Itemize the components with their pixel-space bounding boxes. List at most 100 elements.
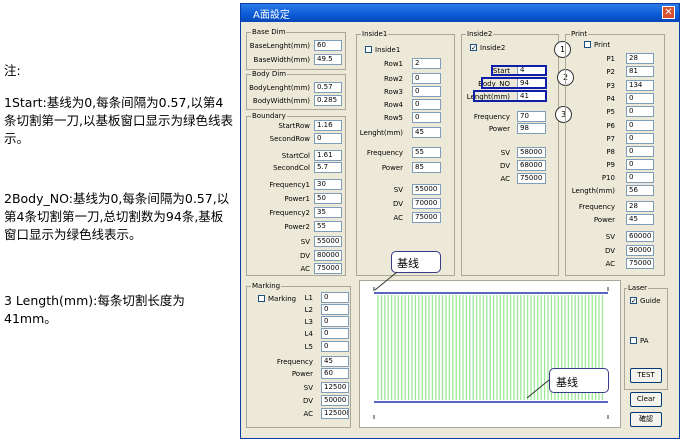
inside1-field[interactable]: 0 [412, 99, 441, 110]
print-label: P2 [606, 68, 615, 76]
boundary-field[interactable]: 35 [314, 207, 342, 218]
boundary-field[interactable]: 50 [314, 193, 342, 204]
boundary-field[interactable]: 80000 [314, 250, 342, 261]
inside1-field[interactable]: 55 [412, 147, 441, 158]
inside1-field[interactable]: 85 [412, 162, 441, 173]
boundary-field[interactable]: 30 [314, 179, 342, 190]
length-callout-box [473, 90, 547, 102]
test-button[interactable]: TEST [630, 368, 662, 383]
inside2-field[interactable]: 70 [517, 111, 546, 122]
boundary-label: DV [299, 252, 310, 260]
print-field[interactable]: 0 [626, 159, 654, 170]
note-item-start: 1Start:基线为0,每条间隔为0.57,以第4条切割第一刀,以基板窗口显示为… [4, 95, 233, 146]
inside2-checkbox-label: Inside2 [480, 44, 506, 52]
print-field[interactable]: 0 [626, 133, 654, 144]
pa-checkbox-label: PA [640, 337, 649, 345]
inside1-label: Row2 [383, 75, 403, 83]
body-dim-label: BodyWidth(mm) [252, 97, 310, 105]
print-field[interactable]: 90000 [626, 245, 654, 256]
base-dim-field[interactable]: 49.5 [314, 54, 342, 65]
print-label: P4 [606, 95, 615, 103]
callout-pointer-top [374, 271, 398, 291]
marking-field[interactable]: 0 [321, 341, 349, 352]
guide-checkbox[interactable]: ✓ [630, 297, 637, 305]
substrate-drawing [373, 287, 609, 419]
inside2-field[interactable]: 98 [517, 123, 546, 134]
inside2-field[interactable]: 68000 [517, 160, 546, 171]
pa-checkbox[interactable] [630, 337, 637, 344]
print-label: Frequency [578, 203, 615, 211]
inside2-label: SV [500, 149, 510, 157]
print-field[interactable]: 81 [626, 66, 654, 77]
marking-label: L3 [304, 318, 313, 326]
body-dim-label: BodyLenght(mm) [249, 84, 310, 92]
inside2-title: Inside2 [466, 30, 494, 38]
marking-field[interactable]: 0 [321, 292, 349, 303]
print-label: SV [605, 233, 615, 241]
boundary-field[interactable]: 1.61 [314, 150, 342, 161]
print-field[interactable]: 60000 [626, 231, 654, 242]
confirm-button[interactable]: 確認 [630, 412, 662, 427]
inside1-field[interactable]: 75000 [412, 212, 441, 223]
print-field[interactable]: 28 [626, 53, 654, 64]
inside1-field[interactable]: 45 [412, 127, 441, 138]
print-field[interactable]: 134 [626, 80, 654, 91]
start-callout-box [491, 65, 547, 76]
print-field[interactable]: 45 [626, 214, 654, 225]
print-field[interactable]: 56 [626, 185, 654, 196]
marking-field[interactable]: 45 [321, 356, 349, 367]
boundary-field[interactable]: 55 [314, 221, 342, 232]
base-dim-label: BaseWidth(mm) [253, 56, 310, 64]
boundary-field[interactable]: 0 [314, 133, 342, 144]
baseline-callout-bottom-text: 基线 [556, 376, 578, 389]
print-checkbox[interactable] [584, 41, 591, 48]
print-field[interactable]: 0 [626, 172, 654, 183]
clear-button[interactable]: Clear [630, 392, 662, 407]
inside1-field[interactable]: 0 [412, 112, 441, 123]
marking-field[interactable]: 12500 [321, 382, 349, 393]
inside2-checkbox[interactable]: ✓ [470, 44, 477, 52]
boundary-label: SecondCol [273, 164, 310, 172]
print-label: P9 [606, 161, 615, 169]
inside2-field[interactable]: 58000 [517, 147, 546, 158]
print-field[interactable]: 0 [626, 106, 654, 117]
print-field[interactable]: 0 [626, 93, 654, 104]
marking-field[interactable]: 0 [321, 304, 349, 315]
print-field[interactable]: 75000 [626, 258, 654, 269]
marking-field[interactable]: 0 [321, 316, 349, 327]
inside1-field[interactable]: 0 [412, 73, 441, 84]
window-title: A面設定 [253, 10, 290, 21]
print-label: DV [604, 247, 615, 255]
print-field[interactable]: 0 [626, 146, 654, 157]
boundary-label: Frequency2 [269, 209, 310, 217]
body-dim-title: Body Dim [251, 70, 288, 78]
inside2-label: AC [500, 175, 510, 183]
base-dim-field[interactable]: 60 [314, 40, 342, 51]
print-field[interactable]: 28 [626, 201, 654, 212]
boundary-field[interactable]: 55000 [314, 236, 342, 247]
boundary-label: StartRow [278, 122, 310, 130]
inside1-title: Inside1 [361, 30, 389, 38]
close-button[interactable]: ✕ [662, 6, 675, 19]
inside1-field[interactable]: 55000 [412, 184, 441, 195]
boundary-field[interactable]: 1.16 [314, 120, 342, 131]
inside1-label: DV [392, 200, 403, 208]
boundary-field[interactable]: 75000 [314, 263, 342, 274]
inside1-field[interactable]: 70000 [412, 198, 441, 209]
body-dim-field[interactable]: 0.57 [314, 82, 342, 93]
marking-field[interactable]: 125000 [321, 408, 349, 419]
marking-field[interactable]: 50000 [321, 395, 349, 406]
print-label: P5 [606, 108, 615, 116]
print-field[interactable]: 0 [626, 120, 654, 131]
marking-field[interactable]: 60 [321, 368, 349, 379]
inside1-field[interactable]: 2 [412, 58, 441, 69]
boundary-label: AC [300, 265, 310, 273]
inside1-field[interactable]: 0 [412, 86, 441, 97]
inside2-field[interactable]: 75000 [517, 173, 546, 184]
print-label: P8 [606, 148, 615, 156]
body-dim-field[interactable]: 0.285 [314, 95, 342, 106]
inside1-checkbox[interactable] [365, 46, 372, 53]
boundary-field[interactable]: 5.7 [314, 162, 342, 173]
note-item-length: 3 Length(mm):每条切割长度为41mm。 [4, 293, 185, 326]
marking-field[interactable]: 0 [321, 328, 349, 339]
